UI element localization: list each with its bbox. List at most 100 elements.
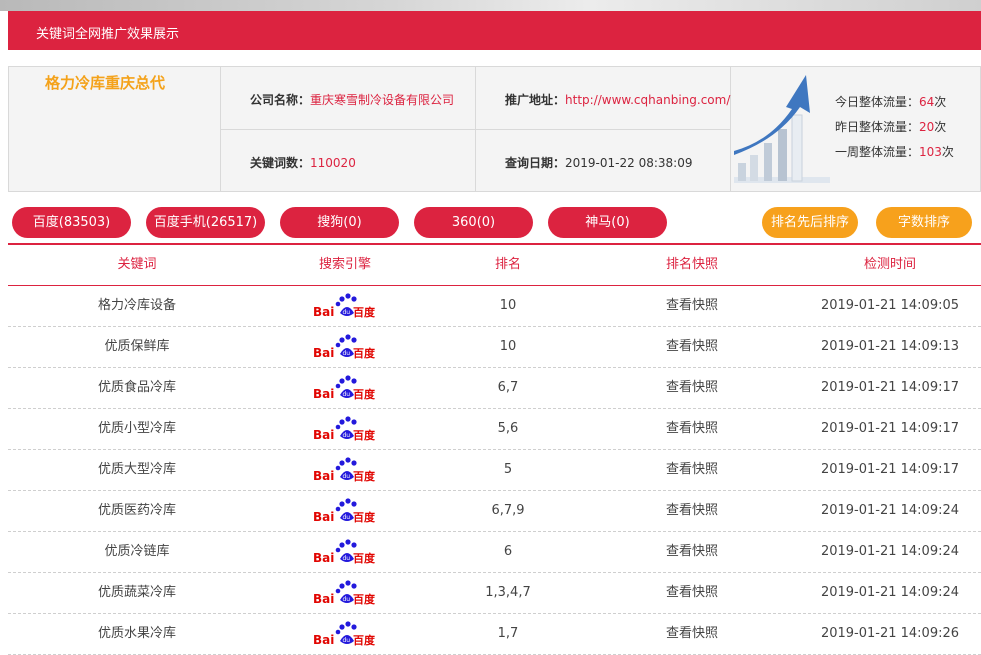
baidu-logo-text-bai: Bai xyxy=(313,592,334,606)
keyword-cell: 优质蔬菜冷库 xyxy=(97,585,176,600)
rank-cell: 5,6 xyxy=(497,421,519,436)
keyword-cell: 优质食品冷库 xyxy=(97,380,176,395)
sort-by-length-button[interactable]: 字数排序 xyxy=(876,207,972,238)
traffic-today: 今日整体流量：64次 xyxy=(835,93,946,110)
check-time-cell: 2019-01-21 14:09:17 xyxy=(820,462,960,477)
company-info: 公司名称：重庆寒雪制冷设备有限公司 xyxy=(250,91,454,108)
table-row: 优质保鲜库 Bai du 百度 10 查看快照 2019-01-21 14:09:13 xyxy=(8,327,981,368)
top-banner-strip xyxy=(0,0,981,11)
traffic-week-unit: 次 xyxy=(941,145,954,159)
baidu-logo-text-cn: 百度 xyxy=(353,305,376,319)
view-snapshot-link[interactable]: 查看快照 xyxy=(592,327,792,367)
view-snapshot-link[interactable]: 查看快照 xyxy=(592,491,792,531)
header-bar: 关键词全网推广效果展示 xyxy=(8,11,981,50)
brand-name: 格力冷库重庆总代 xyxy=(45,74,166,92)
check-time-cell: 2019-01-21 14:09:26 xyxy=(820,626,960,641)
sort-by-rank-button[interactable]: 排名先后排序 xyxy=(762,207,858,238)
baidu-logo-text-bai: Bai xyxy=(313,428,334,442)
keyword-cell: 优质大型冷库 xyxy=(97,462,176,477)
keyword-cell: 优质保鲜库 xyxy=(104,339,170,354)
tab-baidu[interactable]: 百度(83503) xyxy=(12,207,131,238)
engine-cell: Bai du 百度 xyxy=(266,532,424,572)
baidu-logo-text-du: du xyxy=(343,637,351,644)
view-snapshot-link[interactable]: 查看快照 xyxy=(592,286,792,326)
tab-shenma[interactable]: 神马(0) xyxy=(548,207,667,238)
baidu-logo-icon: Bai du 百度 xyxy=(313,374,376,401)
query-date-value: 2019-01-22 08:38:09 xyxy=(565,156,693,170)
baidu-logo-text-bai: Bai xyxy=(313,551,334,565)
baidu-logo-text-bai: Bai xyxy=(313,387,334,401)
baidu-logo-text-bai: Bai xyxy=(313,469,334,483)
col-header-engine: 搜索引擎 xyxy=(318,257,371,272)
rank-cell: 10 xyxy=(499,298,517,313)
view-snapshot-link[interactable]: 查看快照 xyxy=(592,368,792,408)
tab-360[interactable]: 360(0) xyxy=(414,207,533,238)
baidu-logo-text-cn: 百度 xyxy=(353,428,376,442)
table-row: 优质小型冷库 Bai du 百度 5,6 查看快照 2019-01-21 14:09:17 xyxy=(8,409,981,450)
promo-url-link[interactable]: http://www.cqhanbing.com/ xyxy=(565,93,730,107)
check-time-cell: 2019-01-21 14:09:17 xyxy=(820,380,960,395)
view-snapshot-link[interactable]: 查看快照 xyxy=(592,532,792,572)
baidu-logo-text-du: du xyxy=(343,473,351,480)
baidu-logo-icon: Bai du 百度 xyxy=(313,456,376,483)
baidu-logo-text-bai: Bai xyxy=(313,305,334,319)
check-time-cell: 2019-01-21 14:09:24 xyxy=(820,585,960,600)
baidu-logo-icon: Bai du 百度 xyxy=(313,497,376,524)
keyword-cell: 优质医药冷库 xyxy=(97,503,176,518)
view-snapshot-link[interactable]: 查看快照 xyxy=(592,450,792,490)
baidu-logo-text-du: du xyxy=(343,309,351,316)
rank-cell: 1,3,4,7 xyxy=(485,585,531,600)
check-time-cell: 2019-01-21 14:09:24 xyxy=(820,544,960,559)
traffic-week: 一周整体流量：103次 xyxy=(835,143,954,160)
tab-baidu-mobile[interactable]: 百度手机(26517) xyxy=(146,207,265,238)
baidu-logo-text-du: du xyxy=(343,432,351,439)
check-time-cell: 2019-01-21 14:09:13 xyxy=(820,339,960,354)
check-time-cell: 2019-01-21 14:09:24 xyxy=(820,503,960,518)
url-info: 推广地址：http://www.cqhanbing.com/ xyxy=(505,91,730,108)
baidu-logo-text-du: du xyxy=(343,596,351,603)
engine-cell: Bai du 百度 xyxy=(266,286,424,326)
rank-cell: 5 xyxy=(503,462,513,477)
rank-cell: 6,7 xyxy=(497,380,519,395)
keyword-cell: 格力冷库设备 xyxy=(97,298,176,313)
baidu-logo-icon: Bai du 百度 xyxy=(313,538,376,565)
baidu-logo-text-cn: 百度 xyxy=(353,346,376,360)
view-snapshot-link[interactable]: 查看快照 xyxy=(592,409,792,449)
baidu-logo-text-du: du xyxy=(343,514,351,521)
table-row: 优质食品冷库 Bai du 百度 6,7 查看快照 2019-01-21 14:09:17 xyxy=(8,368,981,409)
engine-cell: Bai du 百度 xyxy=(266,491,424,531)
baidu-logo-text-bai: Bai xyxy=(313,510,334,524)
baidu-logo-text-du: du xyxy=(343,350,351,357)
baidu-logo-text-bai: Bai xyxy=(313,346,334,360)
keyword-cell: 优质水果冷库 xyxy=(97,626,176,641)
traffic-week-label: 一周整体流量： xyxy=(835,145,920,159)
view-snapshot-link[interactable]: 查看快照 xyxy=(592,614,792,654)
traffic-today-unit: 次 xyxy=(934,95,947,109)
tab-sogou[interactable]: 搜狗(0) xyxy=(280,207,399,238)
keyword-count-value: 110020 xyxy=(310,156,356,170)
query-date-label: 查询日期： xyxy=(505,156,566,170)
traffic-yesterday-label: 昨日整体流量： xyxy=(835,120,920,134)
baidu-logo-text-du: du xyxy=(343,391,351,398)
rank-cell: 1,7 xyxy=(497,626,519,641)
baidu-logo-icon: Bai du 百度 xyxy=(313,620,376,647)
baidu-logo-text-cn: 百度 xyxy=(353,633,376,647)
col-header-rank: 排名 xyxy=(494,257,521,272)
table-header: 关键词 搜索引擎 排名 排名快照 检测时间 xyxy=(8,245,981,286)
traffic-yesterday: 昨日整体流量：20次 xyxy=(835,118,946,135)
query-date-info: 查询日期：2019-01-22 08:38:09 xyxy=(505,154,692,171)
company-value: 重庆寒雪制冷设备有限公司 xyxy=(310,93,455,107)
rank-cell: 6,7,9 xyxy=(491,503,525,518)
baidu-logo-text-bai: Bai xyxy=(313,633,334,647)
table-row: 优质大型冷库 Bai du 百度 5 查看快照 2019-01-21 14:09:17 xyxy=(8,450,981,491)
rank-cell: 6 xyxy=(503,544,513,559)
rank-cell: 10 xyxy=(499,339,517,354)
keyword-cell: 优质冷链库 xyxy=(104,544,170,559)
view-snapshot-link[interactable]: 查看快照 xyxy=(592,573,792,613)
baidu-logo-text-cn: 百度 xyxy=(353,551,376,565)
divider xyxy=(220,129,730,130)
traffic-today-value: 64 xyxy=(919,95,935,109)
table-row: 优质水果冷库 Bai du 百度 1,7 查看快照 2019-01-21 14:09:26 xyxy=(8,614,981,655)
company-label: 公司名称： xyxy=(250,93,311,107)
baidu-logo-icon: Bai du 百度 xyxy=(313,333,376,360)
